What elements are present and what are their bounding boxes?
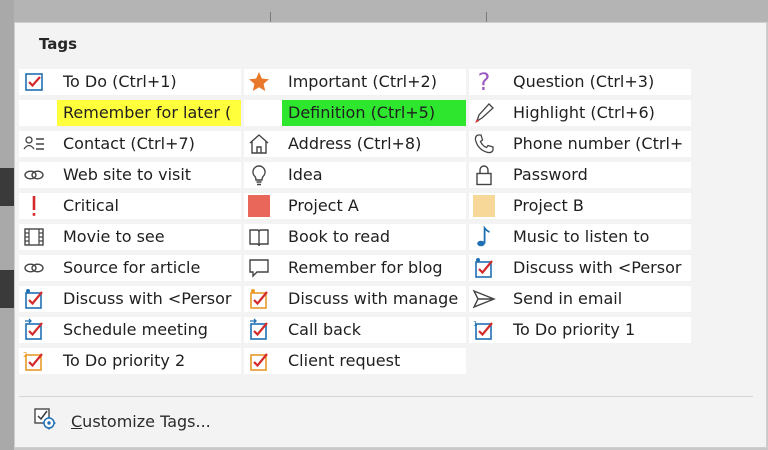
tag-to-do-priority-2[interactable]: 2 To Do priority 2 xyxy=(19,348,241,374)
tag-phone-number[interactable]: Phone number (Ctrl+ xyxy=(469,131,691,157)
music-note-icon xyxy=(469,224,499,250)
tag-remember-for-blog[interactable]: Remember for blog xyxy=(244,255,466,281)
tag-label: Discuss with manage xyxy=(288,289,459,308)
background-window-strip xyxy=(0,0,768,22)
tag-label: Music to listen to xyxy=(513,227,650,246)
tag-label: Client request xyxy=(288,351,401,370)
customize-tags-label: Customize Tags... xyxy=(71,411,211,431)
tag-label: Project A xyxy=(288,196,359,215)
tag-movie-to-see[interactable]: Movie to see xyxy=(19,224,241,250)
tag-label: Contact (Ctrl+7) xyxy=(63,134,195,153)
tag-label: Source for article xyxy=(63,258,201,277)
tag-label: Important (Ctrl+2) xyxy=(288,72,437,91)
star-icon xyxy=(244,69,274,95)
tag-book-to-read[interactable]: Book to read xyxy=(244,224,466,250)
tag-label: Idea xyxy=(288,165,323,184)
tag-label: Remember for blog xyxy=(288,258,443,277)
customize-tags-button[interactable]: Customize Tags... xyxy=(33,407,211,435)
exclamation-icon xyxy=(19,193,49,219)
link-icon xyxy=(19,255,49,281)
checkbox-manager-icon xyxy=(244,286,274,312)
background-window-edge xyxy=(0,0,14,450)
padlock-icon xyxy=(469,162,499,188)
checkbox-client-icon xyxy=(244,348,274,374)
checkbox-person-b-icon xyxy=(19,286,49,312)
tag-discuss-with-person-a[interactable]: Discuss with <Persor xyxy=(469,255,691,281)
tag-idea[interactable]: Idea xyxy=(244,162,466,188)
icon-placeholder xyxy=(244,100,274,126)
tag-label: Address (Ctrl+8) xyxy=(288,134,422,153)
tag-label: Highlight (Ctrl+6) xyxy=(513,103,655,122)
tag-call-back[interactable]: Call back xyxy=(244,317,466,343)
icon-placeholder xyxy=(19,100,49,126)
tag-question[interactable]: ? Question (Ctrl+3) xyxy=(469,69,691,95)
tag-to-do-priority-1[interactable]: 1 To Do priority 1 xyxy=(469,317,691,343)
tag-label: Remember for later ( xyxy=(57,100,241,126)
checkbox-priority-1-icon: 1 xyxy=(469,317,499,343)
tag-client-request[interactable]: Client request xyxy=(244,348,466,374)
tag-source-for-article[interactable]: Source for article xyxy=(19,255,241,281)
tag-label: Discuss with <Persor xyxy=(513,258,682,277)
tag-important[interactable]: Important (Ctrl+2) xyxy=(244,69,466,95)
tag-password[interactable]: Password xyxy=(469,162,691,188)
tag-label: To Do priority 1 xyxy=(513,320,636,339)
customize-tags-icon xyxy=(33,407,57,435)
tag-label: Phone number (Ctrl+ xyxy=(513,134,684,153)
tag-label: To Do priority 2 xyxy=(63,351,186,370)
tag-label: Discuss with <Persor xyxy=(63,289,232,308)
tag-contact[interactable]: Contact (Ctrl+7) xyxy=(19,131,241,157)
book-icon xyxy=(244,224,274,250)
highlighter-pen-icon xyxy=(469,100,499,126)
tag-label: To Do (Ctrl+1) xyxy=(63,72,177,91)
tag-label: Send in email xyxy=(513,289,623,308)
svg-text:1: 1 xyxy=(473,320,477,328)
yellow-square-icon xyxy=(469,193,499,219)
question-mark-icon: ? xyxy=(477,69,491,95)
link-icon xyxy=(19,162,49,188)
checkbox-person-a-icon xyxy=(469,255,499,281)
red-square-icon xyxy=(244,193,274,219)
tag-critical[interactable]: Critical xyxy=(19,193,241,219)
tag-definition[interactable]: Definition (Ctrl+5) xyxy=(244,100,466,126)
tag-project-b[interactable]: Project B xyxy=(469,193,691,219)
contact-card-icon xyxy=(19,131,49,157)
tag-schedule-meeting[interactable]: Schedule meeting xyxy=(19,317,241,343)
tag-send-in-email[interactable]: Send in email xyxy=(469,286,691,312)
checkbox-priority-2-icon: 2 xyxy=(19,348,49,374)
svg-text:2: 2 xyxy=(23,351,27,359)
checkbox-check-icon xyxy=(19,69,49,95)
lightbulb-icon xyxy=(244,162,274,188)
tag-label: Definition (Ctrl+5) xyxy=(282,100,466,126)
house-icon xyxy=(244,131,274,157)
speech-bubble-icon xyxy=(244,255,274,281)
tags-gallery-panel: Tags To Do (Ctrl+1) Important (Ctrl+2)? Qu… xyxy=(14,22,767,448)
tag-label: Critical xyxy=(63,196,119,215)
tags-grid: To Do (Ctrl+1) Important (Ctrl+2)? Questio… xyxy=(19,67,691,379)
tag-label: Call back xyxy=(288,320,361,339)
tag-discuss-with-manager[interactable]: Discuss with manage xyxy=(244,286,466,312)
tag-project-a[interactable]: Project A xyxy=(244,193,466,219)
tag-highlight[interactable]: Highlight (Ctrl+6) xyxy=(469,100,691,126)
tag-label: Web site to visit xyxy=(63,165,192,184)
film-icon xyxy=(19,224,49,250)
tag-address[interactable]: Address (Ctrl+8) xyxy=(244,131,466,157)
tag-music-to-listen-to[interactable]: Music to listen to xyxy=(469,224,691,250)
tag-label: Schedule meeting xyxy=(63,320,208,339)
tag-label: Question (Ctrl+3) xyxy=(513,72,655,91)
tag-label: Password xyxy=(513,165,588,184)
tag-web-site-to-visit[interactable]: Web site to visit xyxy=(19,162,241,188)
phone-icon xyxy=(469,131,499,157)
tag-label: Movie to see xyxy=(63,227,165,246)
checkbox-arrow-icon xyxy=(244,317,274,343)
tag-remember-for-later[interactable]: Remember for later ( xyxy=(19,100,241,126)
tag-discuss-with-person-b[interactable]: Discuss with <Persor xyxy=(19,286,241,312)
tag-label: Project B xyxy=(513,196,584,215)
divider xyxy=(19,396,753,397)
send-arrow-icon xyxy=(469,286,499,312)
tag-label: Book to read xyxy=(288,227,391,246)
panel-title: Tags xyxy=(39,35,78,53)
tag-to-do[interactable]: To Do (Ctrl+1) xyxy=(19,69,241,95)
checkbox-arrow-icon xyxy=(19,317,49,343)
